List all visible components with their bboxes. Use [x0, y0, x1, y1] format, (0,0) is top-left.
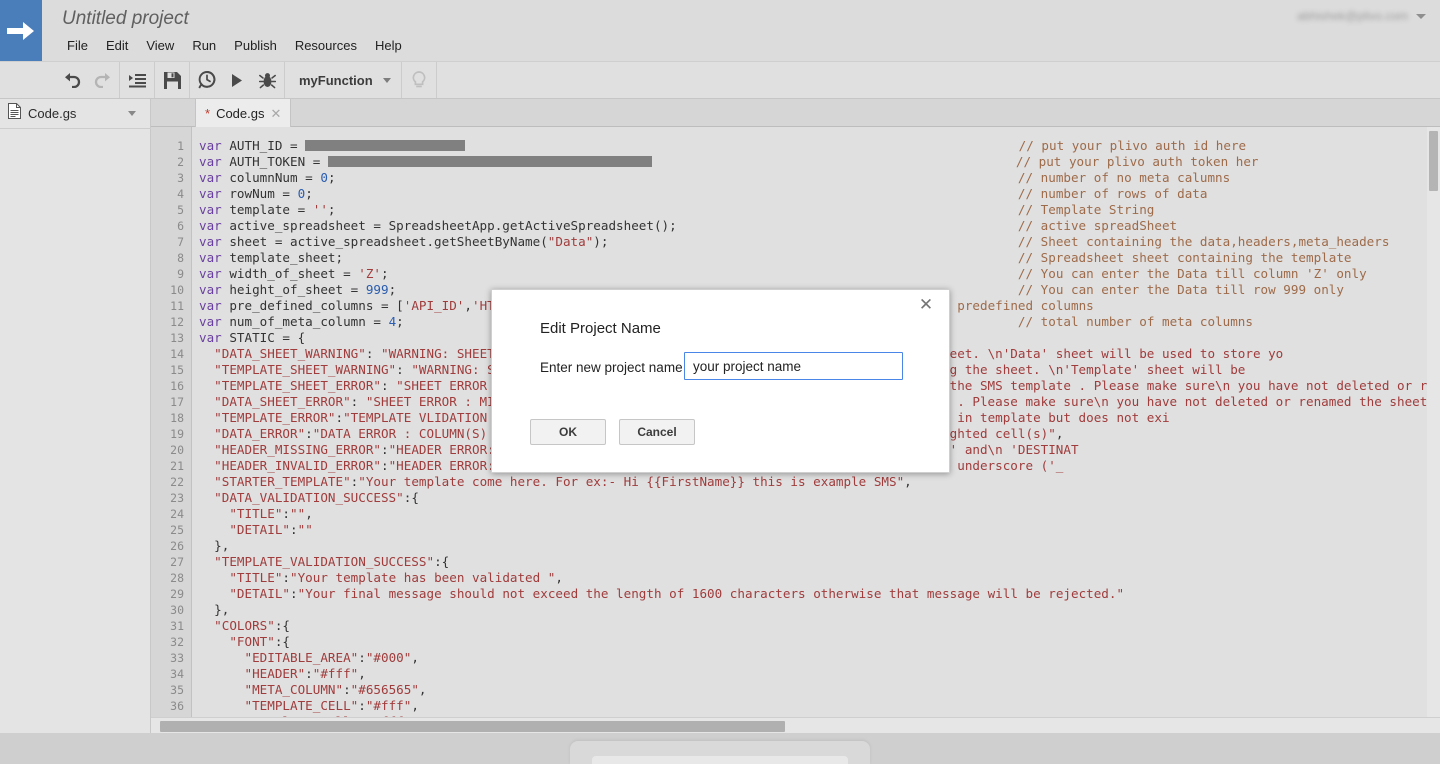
project-name-input[interactable]	[684, 352, 903, 380]
cancel-button[interactable]: Cancel	[619, 419, 695, 445]
edit-project-name-dialog: ✕ Edit Project Name Enter new project na…	[491, 289, 950, 473]
close-icon[interactable]: ✕	[915, 295, 937, 317]
apps-script-window: Untitled project File Edit View Run Publ…	[0, 0, 1440, 764]
project-name-label: Enter new project name	[540, 360, 683, 375]
ok-button[interactable]: OK	[530, 419, 606, 445]
dialog-title: Edit Project Name	[540, 320, 661, 337]
